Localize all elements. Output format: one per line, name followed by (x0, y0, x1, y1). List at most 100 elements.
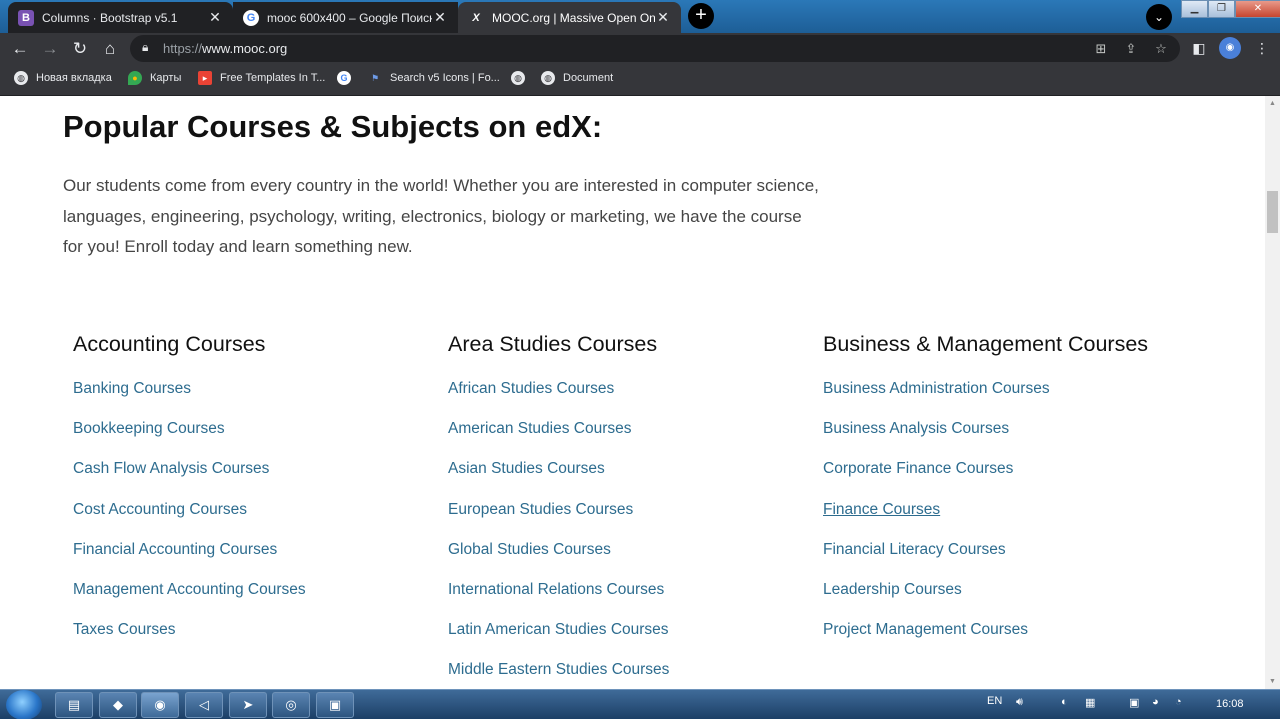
globe-icon: ◍ (511, 71, 525, 85)
share-icon[interactable]: ⇪ (1122, 41, 1140, 57)
browser-toolbar: ← → ↻ ⌂ 🔒︎ https://www.mooc.org ⊞ ⇪ ☆ ◧ … (0, 33, 1280, 64)
remote-desktop-icon[interactable]: ▣ (316, 692, 354, 718)
window-controls: ▁ ❐ ✕ (1181, 0, 1280, 20)
scroll-up-arrow[interactable]: ▲ (1265, 96, 1280, 111)
course-link[interactable]: Cost Accounting Courses (73, 500, 306, 540)
clock[interactable]: 16:08 (1216, 698, 1244, 710)
vscode-icon[interactable]: ◁ (185, 692, 223, 718)
bookmark-maps[interactable]: ● Карты (128, 71, 181, 85)
course-link[interactable]: American Studies Courses (448, 419, 669, 459)
url-host: www.mooc.org (202, 41, 288, 56)
url-scheme: https:// (163, 41, 203, 56)
course-link-hovered[interactable]: Finance Courses (823, 500, 1148, 540)
close-tab-icon[interactable]: ✕ (432, 9, 448, 26)
edx-icon: X (472, 11, 480, 24)
new-tab-button[interactable]: + (688, 3, 714, 29)
bookmark-label: Search v5 Icons | Fo... (390, 72, 500, 84)
forward-button[interactable]: → (38, 37, 62, 61)
column-title: Area Studies Courses (448, 332, 658, 356)
bookmark-new-tab[interactable]: ◍ Новая вкладка (14, 71, 112, 85)
app-icon[interactable]: ◎ (272, 692, 310, 718)
back-button[interactable]: ← (8, 37, 32, 61)
bookmark-search-icons[interactable]: ⚑ Search v5 Icons | Fo... (368, 71, 500, 85)
bookmark-document[interactable]: ◍ Document (541, 71, 613, 85)
maps-pin-icon: ● (128, 71, 142, 85)
url-text[interactable]: https://www.mooc.org (163, 41, 287, 56)
home-button[interactable]: ⌂ (98, 37, 122, 61)
tab-mooc[interactable]: X MOOC.org | Massive Open Online ✕ (458, 2, 681, 33)
course-link[interactable]: Bookkeeping Courses (73, 419, 306, 459)
tab-google-search[interactable]: G mooc 600x400 – Google Поиск ✕ (233, 2, 458, 33)
course-link[interactable]: Corporate Finance Courses (823, 459, 1148, 499)
bookmark-free-templates[interactable]: ▸ Free Templates In T... (198, 71, 325, 85)
start-button[interactable] (6, 690, 42, 719)
close-window-button[interactable]: ✕ (1235, 0, 1280, 18)
course-link[interactable]: Leadership Courses (823, 580, 1148, 620)
chrome-icon[interactable]: ◉ (141, 692, 179, 718)
bookmarks-bar: ◍ Новая вкладка ● Карты ▸ Free Templates… (0, 64, 1280, 96)
tab-title: mooc 600x400 – Google Поиск (267, 10, 432, 25)
google-icon: G (337, 71, 351, 85)
course-link[interactable]: Banking Courses (73, 379, 306, 419)
tab-strip: B Columns · Bootstrap v5.1 ✕ G mooc 600x… (0, 0, 1280, 33)
column-title: Accounting Courses (73, 332, 266, 356)
telegram-icon[interactable]: ➤ (229, 692, 267, 718)
app-icon[interactable]: ◆ (99, 692, 137, 718)
course-link[interactable]: Taxes Courses (73, 620, 306, 660)
file-explorer-icon[interactable]: ▤ (55, 692, 93, 718)
tab-search-button[interactable]: ⌄ (1146, 4, 1172, 30)
bootstrap-icon: B (18, 9, 34, 26)
reload-button[interactable]: ↻ (68, 37, 92, 61)
tab-title: MOOC.org | Massive Open Online (492, 10, 655, 25)
course-link[interactable]: African Studies Courses (448, 379, 669, 419)
tray-app-icon[interactable]: ◔ (1175, 696, 1182, 708)
page-heading: Popular Courses & Subjects on edX: (63, 109, 603, 144)
tray-app-icon[interactable]: ▣ (1129, 696, 1139, 709)
course-link[interactable]: Latin American Studies Courses (448, 620, 669, 660)
minimize-button[interactable]: ▁ (1181, 0, 1208, 18)
page-scrollbar[interactable]: ▲ ▼ (1265, 96, 1280, 689)
side-panel-icon[interactable]: ◧ (1189, 38, 1209, 58)
page-content: Popular Courses & Subjects on edX: Our s… (0, 96, 1265, 689)
course-link[interactable]: Management Accounting Courses (73, 580, 306, 620)
address-bar[interactable]: 🔒︎ https://www.mooc.org ⊞ ⇪ ☆ (130, 35, 1180, 62)
course-link[interactable]: Financial Literacy Courses (823, 540, 1148, 580)
bookmark-google[interactable]: G (337, 71, 359, 85)
course-link[interactable]: International Relations Courses (448, 580, 669, 620)
flag-icon: ⚑ (370, 72, 380, 83)
course-link[interactable]: European Studies Courses (448, 500, 669, 540)
tab-title: Columns · Bootstrap v5.1 (42, 10, 178, 25)
tab-bootstrap[interactable]: B Columns · Bootstrap v5.1 ✕ (8, 2, 233, 33)
course-link[interactable]: Financial Accounting Courses (73, 540, 306, 580)
column-title: Business & Management Courses (823, 332, 1149, 356)
os-taskbar: ▤ ◆ ◉ ◁ ➤ ◎ ▣ EN 🔊︎ ◐ ▦ ▣ ◕ ◔ 16:08 (0, 689, 1280, 719)
scrollbar-thumb[interactable] (1267, 191, 1278, 233)
profile-avatar[interactable]: ◉ (1219, 37, 1241, 59)
language-indicator[interactable]: EN (987, 695, 1002, 707)
close-tab-icon[interactable]: ✕ (207, 9, 223, 26)
scroll-down-arrow[interactable]: ▼ (1265, 674, 1280, 689)
tray-app-icon[interactable]: ◕ (1152, 696, 1159, 708)
course-link[interactable]: Asian Studies Courses (448, 459, 669, 499)
tray-app-icon[interactable]: ◐ (1061, 696, 1068, 708)
bookmark-globe[interactable]: ◍ (511, 71, 533, 85)
course-link[interactable]: Cash Flow Analysis Courses (73, 459, 306, 499)
tray-app-icon[interactable]: ▦ (1085, 696, 1095, 709)
globe-icon: ◍ (541, 71, 555, 85)
maximize-button[interactable]: ❐ (1208, 0, 1235, 18)
translate-icon[interactable]: ⊞ (1092, 41, 1110, 57)
course-link[interactable]: Business Administration Courses (823, 379, 1148, 419)
bookmark-star-icon[interactable]: ☆ (1152, 41, 1170, 57)
lock-icon[interactable]: 🔒︎ (142, 40, 148, 55)
menu-icon[interactable]: ⋮ (1252, 38, 1272, 58)
globe-icon: ◍ (14, 71, 28, 85)
course-link[interactable]: Business Analysis Courses (823, 419, 1148, 459)
course-link[interactable]: Global Studies Courses (448, 540, 669, 580)
close-tab-icon[interactable]: ✕ (655, 9, 671, 26)
bookmark-label: Free Templates In T... (220, 72, 326, 84)
volume-icon[interactable]: 🔊︎ (1016, 696, 1023, 709)
bookmark-label: Карты (150, 72, 182, 84)
course-link[interactable]: Project Management Courses (823, 620, 1148, 660)
course-link[interactable]: Middle Eastern Studies Courses (448, 660, 669, 689)
google-icon: G (243, 9, 259, 26)
